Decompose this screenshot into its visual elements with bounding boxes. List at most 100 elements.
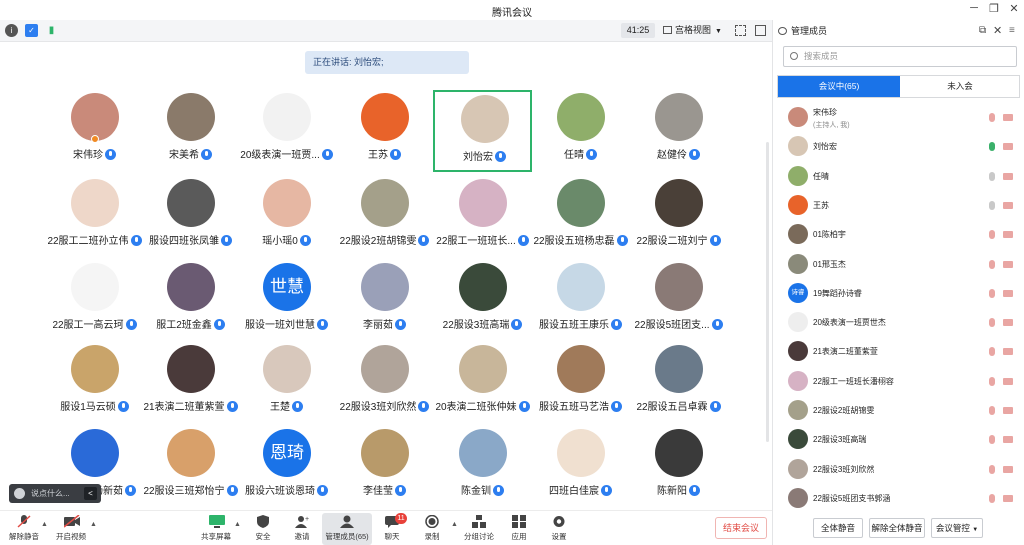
camera-off-icon[interactable] [1003, 289, 1013, 297]
meeting-control-button[interactable]: 会议管控 ▼ [931, 518, 983, 538]
mic-muted-icon[interactable] [989, 435, 995, 445]
mic-muted-icon[interactable] [989, 230, 995, 240]
camera-off-icon[interactable] [1003, 407, 1013, 414]
mic-muted-icon[interactable] [989, 464, 995, 474]
camera-off-icon[interactable] [1003, 377, 1013, 385]
camera-off-icon[interactable] [1003, 172, 1013, 180]
participant-tile[interactable]: 王苏 [335, 90, 434, 172]
shield-icon[interactable]: ✓ [25, 24, 38, 37]
participant-tile[interactable]: 22服工二班孙立伟 [45, 176, 144, 258]
mic-icon[interactable] [989, 200, 995, 210]
list-item[interactable]: 21表演二班董紫萱 [773, 338, 1024, 367]
participant-tile[interactable]: 服设五班马艺浩 [531, 342, 630, 424]
share-screen-button[interactable]: 共享屏幕 [192, 513, 240, 545]
camera-off-icon[interactable] [1003, 436, 1013, 444]
camera-off-icon[interactable] [1003, 260, 1013, 268]
mic-muted-icon[interactable] [989, 259, 995, 269]
participant-tile[interactable]: 李丽茹 [335, 260, 434, 342]
participant-tile[interactable]: 服设四班张凤雏 [141, 176, 240, 258]
list-item[interactable]: 22服设5班团支书郭涵 [773, 485, 1024, 514]
member-search-input[interactable]: 搜索成员 [783, 46, 1017, 67]
mic-icon[interactable] [989, 171, 995, 181]
list-item[interactable]: 20级表演一班贾世杰 [773, 309, 1024, 338]
mic-icon[interactable] [989, 142, 995, 152]
camera-off-icon[interactable] [1003, 143, 1013, 151]
participant-tile[interactable]: 世慧 服设一班刘世慧 [237, 260, 336, 342]
participant-tile[interactable]: 恩琦 服设六班谈恩琦 [237, 426, 336, 508]
participant-tile[interactable]: 赵健伶 [629, 90, 728, 172]
chat-quick-input[interactable]: 说点什么... < [9, 484, 101, 503]
participant-tile[interactable]: 22服设2班胡锦雯 [335, 176, 434, 258]
camera-off-icon[interactable] [1003, 319, 1013, 327]
camera-off-icon[interactable] [1003, 494, 1013, 502]
list-item[interactable]: 22服设2班胡锦雯 [773, 397, 1024, 426]
participant-tile[interactable]: 服设五班王康乐 [531, 260, 630, 342]
list-item[interactable]: 01陈柏宇 [773, 221, 1024, 250]
participant-tile[interactable]: 22服设5班团支... [629, 260, 728, 342]
participant-tile[interactable]: 服设1马云硕 [45, 342, 144, 424]
tab-in-meeting[interactable]: 会议中(65) [778, 76, 900, 97]
close-icon[interactable]: ✕ [1005, 2, 1023, 15]
participant-tile[interactable]: 22服设3班刘欣然 [335, 342, 434, 424]
camera-off-icon[interactable] [1003, 201, 1013, 209]
participant-tile[interactable]: 宋伟珍 [45, 90, 144, 172]
camera-off-icon[interactable] [1003, 114, 1013, 121]
mic-muted-icon[interactable] [989, 318, 995, 328]
participant-tile[interactable]: 22服设五班杨忠磊 [531, 176, 630, 258]
list-item[interactable]: 刘怡宏 [773, 133, 1024, 162]
participant-tile[interactable]: 20表演二班张仲妹 [433, 342, 532, 424]
unmute-button[interactable]: 解除静音 [0, 513, 48, 545]
participant-tile[interactable]: 服工2班金鑫 [141, 260, 240, 342]
list-item[interactable]: 22服设3班刘欣然 [773, 456, 1024, 485]
participant-tile[interactable]: 王楚 [237, 342, 336, 424]
participant-tile[interactable]: 22服工一班班长... [433, 176, 532, 258]
invite-button[interactable]: + 邀请 [278, 513, 326, 545]
list-item[interactable]: 任晴 [773, 163, 1024, 192]
list-item[interactable]: 宋伟珍 (主持人, 我) [773, 104, 1024, 133]
unmute-all-button[interactable]: 解除全体静音 [869, 518, 925, 538]
list-item[interactable]: 01邢玉杰 [773, 251, 1024, 280]
signal-icon[interactable]: ▮ [45, 24, 58, 37]
info-icon[interactable]: i [5, 24, 18, 37]
close-icon[interactable]: ✕ [993, 20, 1002, 42]
start-video-button[interactable]: 开启视频 [47, 513, 95, 545]
participant-tile[interactable]: 22服工一高云珂 [45, 260, 144, 342]
participant-tile[interactable]: 陈新阳 [629, 426, 728, 508]
participant-tile[interactable]: 陈金钏 [433, 426, 532, 508]
minimize-icon[interactable]: ─ [965, 2, 983, 14]
participant-tile[interactable]: 22服设五吕卓霖 [629, 342, 728, 424]
view-selector[interactable]: 宫格视图 ▼ [663, 23, 727, 38]
tab-not-joined[interactable]: 未入会 [900, 76, 1020, 97]
participant-tile[interactable]: 22服设二班刘宁 [629, 176, 728, 258]
mute-all-button[interactable]: 全体静音 [813, 518, 863, 538]
end-meeting-button[interactable]: 结束会议 [715, 517, 767, 539]
participant-tile[interactable]: 任晴 [531, 90, 630, 172]
camera-off-icon[interactable] [1003, 348, 1013, 356]
participant-tile[interactable]: 22服设三班郑怡宁 [141, 426, 240, 508]
mic-muted-icon[interactable] [989, 347, 995, 357]
layout-toggle-icon[interactable] [755, 25, 766, 36]
chat-send-icon[interactable]: < [84, 487, 97, 500]
mic-muted-icon[interactable] [989, 493, 995, 503]
camera-off-icon[interactable] [1003, 465, 1013, 473]
manage-members-button[interactable]: 管理成员(65) [322, 513, 372, 545]
participant-tile[interactable]: 刘怡宏 [433, 90, 532, 172]
mic-muted-icon[interactable] [989, 288, 995, 298]
popout-icon[interactable]: ⧉ [979, 20, 986, 42]
list-item[interactable]: 22服工一班班长潘栩容 [773, 368, 1024, 397]
list-item[interactable]: 王苏 [773, 192, 1024, 221]
fullscreen-icon[interactable] [735, 25, 746, 36]
participant-tile[interactable]: 宋美希 [141, 90, 240, 172]
camera-off-icon[interactable] [1003, 231, 1013, 239]
list-item[interactable]: 诗睿 19舞蹈孙诗睿 [773, 280, 1024, 309]
settings-button[interactable]: 设置 [535, 513, 583, 545]
menu-icon[interactable]: ≡ [1009, 20, 1015, 42]
smiley-icon[interactable] [14, 488, 25, 499]
participant-tile[interactable]: 22服设3班高瑞 [433, 260, 532, 342]
mic-muted-icon[interactable] [989, 406, 995, 415]
participant-tile[interactable]: 20级表演一班贾... [237, 90, 336, 172]
video-options-caret[interactable]: ▲ [90, 521, 97, 528]
mic-muted-icon[interactable] [989, 376, 995, 386]
participant-tile[interactable]: 四班白佳宸 [531, 426, 630, 508]
list-item[interactable]: 22服设3班高瑞 [773, 426, 1024, 455]
